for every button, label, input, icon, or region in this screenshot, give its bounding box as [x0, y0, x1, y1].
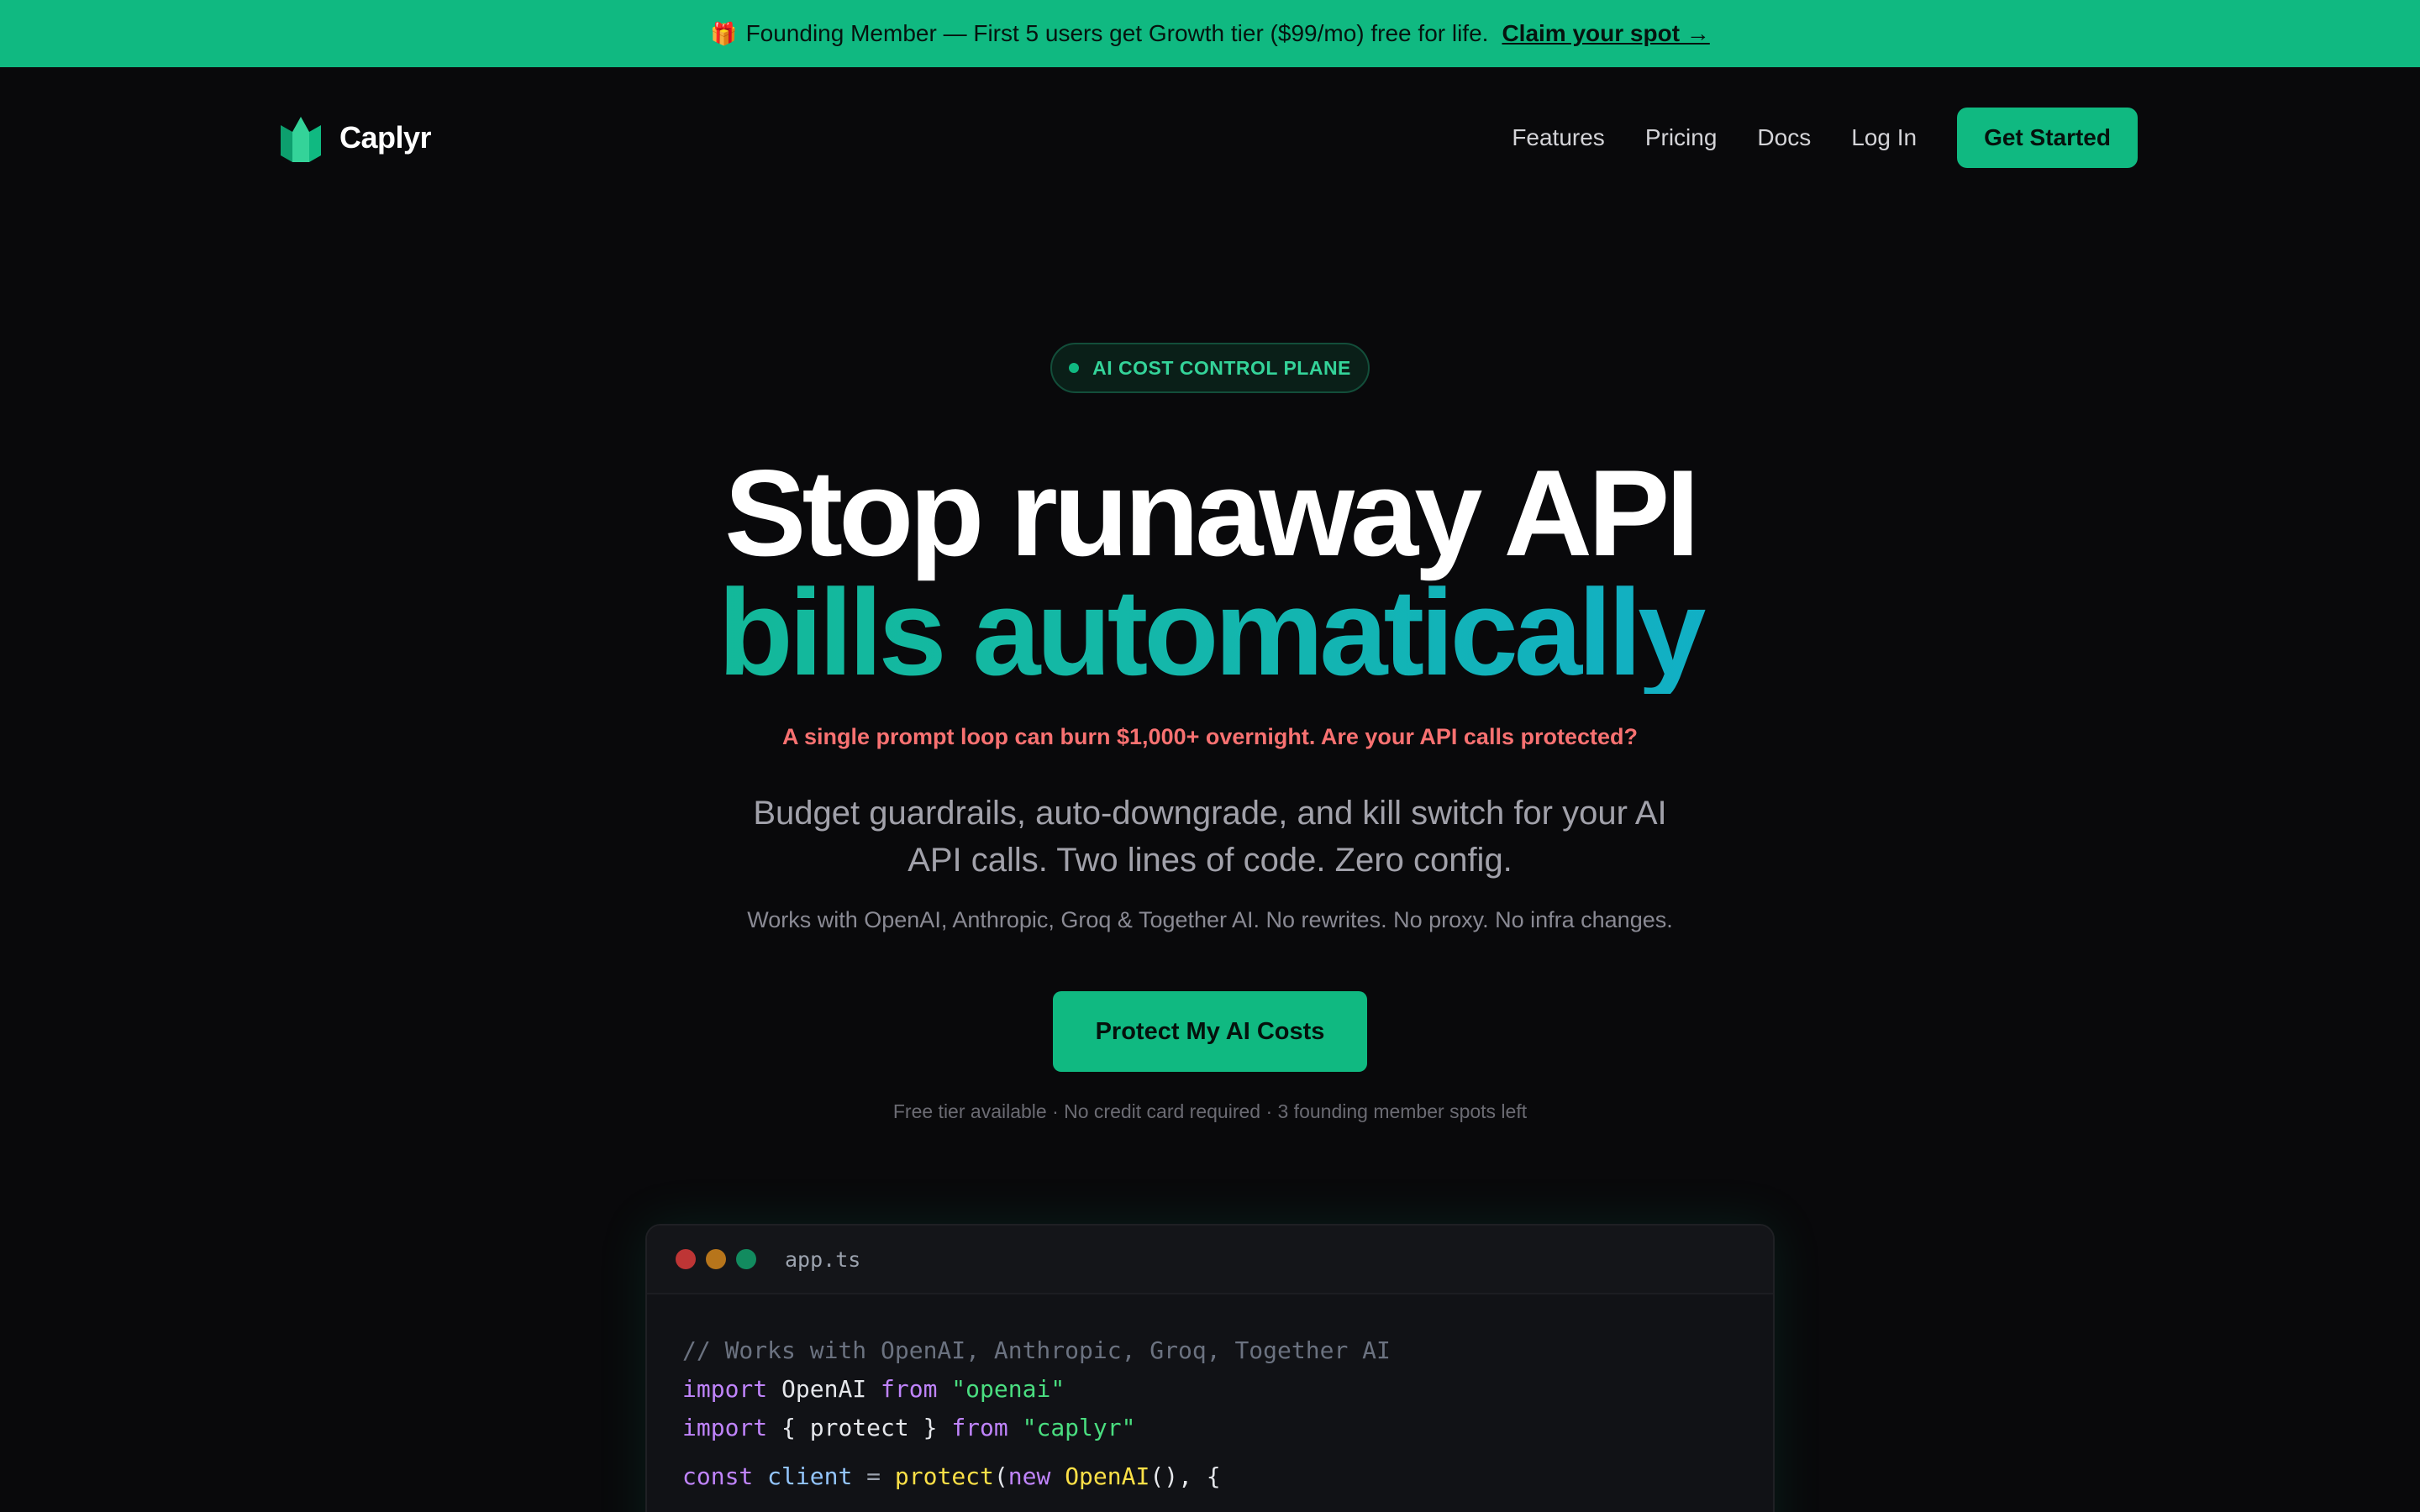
hero-fineprint: Free tier available · No credit card req…: [892, 1100, 1528, 1122]
code-line-import-openai: import OpenAI from "openai": [682, 1375, 1065, 1403]
code-line-const-client: const client = protect(new OpenAI(), {: [682, 1462, 1221, 1490]
nav-link-login[interactable]: Log In: [1851, 124, 1917, 151]
top-nav: Caplyr Features Pricing Docs Log In Get …: [281, 108, 2138, 168]
brand-name: Caplyr: [339, 120, 432, 155]
code-window-titlebar: app.ts: [647, 1226, 1773, 1294]
close-dot-icon: [676, 1249, 696, 1269]
announcement-text: Founding Member — First 5 users get Grow…: [745, 20, 1489, 46]
code-line-comment: // Works with OpenAI, Anthropic, Groq, T…: [682, 1336, 1391, 1364]
claim-spot-link[interactable]: Claim your spot →: [1502, 20, 1709, 47]
nav-link-docs[interactable]: Docs: [1757, 124, 1811, 151]
get-started-button[interactable]: Get Started: [1957, 108, 2138, 168]
maximize-dot-icon: [736, 1249, 756, 1269]
code-block: // Works with OpenAI, Anthropic, Groq, T…: [647, 1294, 1773, 1496]
brand[interactable]: Caplyr: [281, 113, 432, 162]
hero-title-line1: Stop runaway API: [724, 444, 1700, 581]
code-line-import-caplyr: import { protect } from "caplyr": [682, 1414, 1136, 1441]
badge-label: AI COST CONTROL PLANE: [1092, 356, 1351, 379]
hero-badge: AI COST CONTROL PLANE: [1050, 343, 1370, 393]
protect-costs-button[interactable]: Protect My AI Costs: [1053, 991, 1367, 1072]
hero-warning: A single prompt loop can burn $1,000+ ov…: [782, 724, 1638, 749]
minimize-dot-icon: [706, 1249, 726, 1269]
caplyr-logo-icon: [281, 113, 321, 162]
code-filename: app.ts: [785, 1247, 861, 1272]
gift-icon: 🎁: [710, 20, 738, 46]
nav-link-pricing[interactable]: Pricing: [1645, 124, 1718, 151]
badge-dot-icon: [1069, 363, 1080, 373]
hero-title-line2: bills automatically: [0, 571, 2420, 694]
nav-links: Features Pricing Docs Log In Get Started: [1512, 108, 2138, 168]
code-window: app.ts // Works with OpenAI, Anthropic, …: [645, 1224, 1775, 1512]
announcement-bar: 🎁 Founding Member — First 5 users get Gr…: [0, 0, 2420, 67]
hero-subhead: Budget guardrails, auto-downgrade, and k…: [753, 795, 1667, 879]
nav-link-features[interactable]: Features: [1512, 124, 1605, 151]
hero-works-with: Works with OpenAI, Anthropic, Groq & Tog…: [747, 907, 1673, 932]
